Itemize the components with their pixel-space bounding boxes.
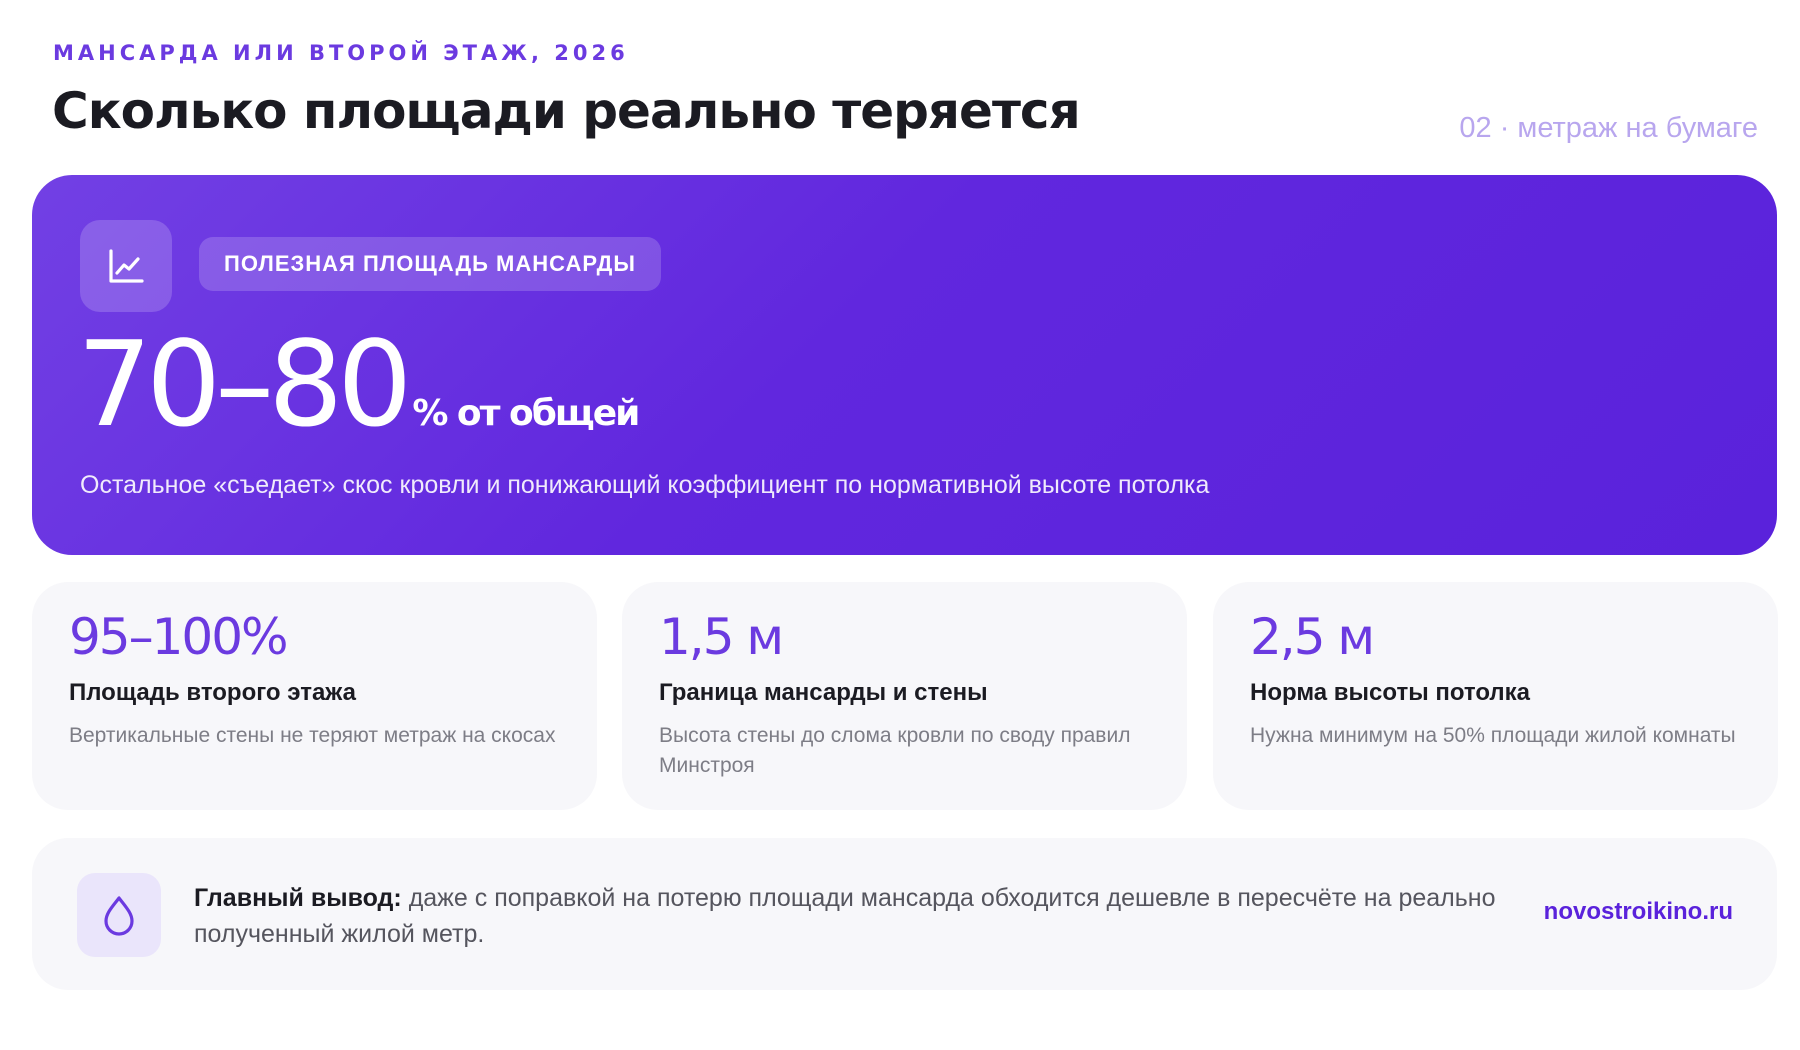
conclusion-card: Главный вывод: даже с поправкой на потер… [32,838,1777,990]
stat-description: Высота стены до слома кровли по своду пр… [659,724,1131,777]
hero-number: 70–80 [77,315,412,453]
hero-unit: % от общей [412,393,640,434]
stat-value: 1,5 м [659,608,784,666]
page-tag: 02 · метраж на бумаге [1459,112,1758,144]
stat-card: 2,5 м Норма высоты потолка Нужна минимум… [1213,582,1778,810]
droplet-icon [77,873,161,957]
eyebrow: МАНСАРДА ИЛИ ВТОРОЙ ЭТАЖ, 2026 [53,41,629,65]
stat-card: 95–100% Площадь второго этажа Вертикальн… [32,582,597,810]
stat-description: Вертикальные стены не теряют метраж на с… [69,724,556,747]
stat-description: Нужна минимум на 50% площади жилой комна… [1250,724,1736,747]
stat-value: 2,5 м [1250,608,1375,666]
stat-card: 1,5 м Граница мансарды и стены Высота ст… [622,582,1187,810]
hero-label: ПОЛЕЗНАЯ ПЛОЩАДЬ МАНСАРДЫ [199,237,661,291]
hero-card: ПОЛЕЗНАЯ ПЛОЩАДЬ МАНСАРДЫ 70–80 % от общ… [32,175,1777,555]
chart-line-icon [80,220,172,312]
hero-caption: Остальное «съедает» скос кровли и понижа… [80,471,1210,499]
site-link[interactable]: novostroikino.ru [1544,898,1733,926]
stat-value: 95–100% [69,608,289,666]
stat-heading: Площадь второго этажа [69,679,356,706]
stat-heading: Норма высоты потолка [1250,679,1531,706]
hero-value: 70–80 % от общей [77,315,640,453]
page-title: Сколько площади реально теряется [52,82,1081,140]
conclusion-text: Главный вывод: даже с поправкой на потер… [194,880,1524,952]
conclusion-lead: Главный вывод: [194,884,402,912]
stat-heading: Граница мансарды и стены [659,679,988,706]
